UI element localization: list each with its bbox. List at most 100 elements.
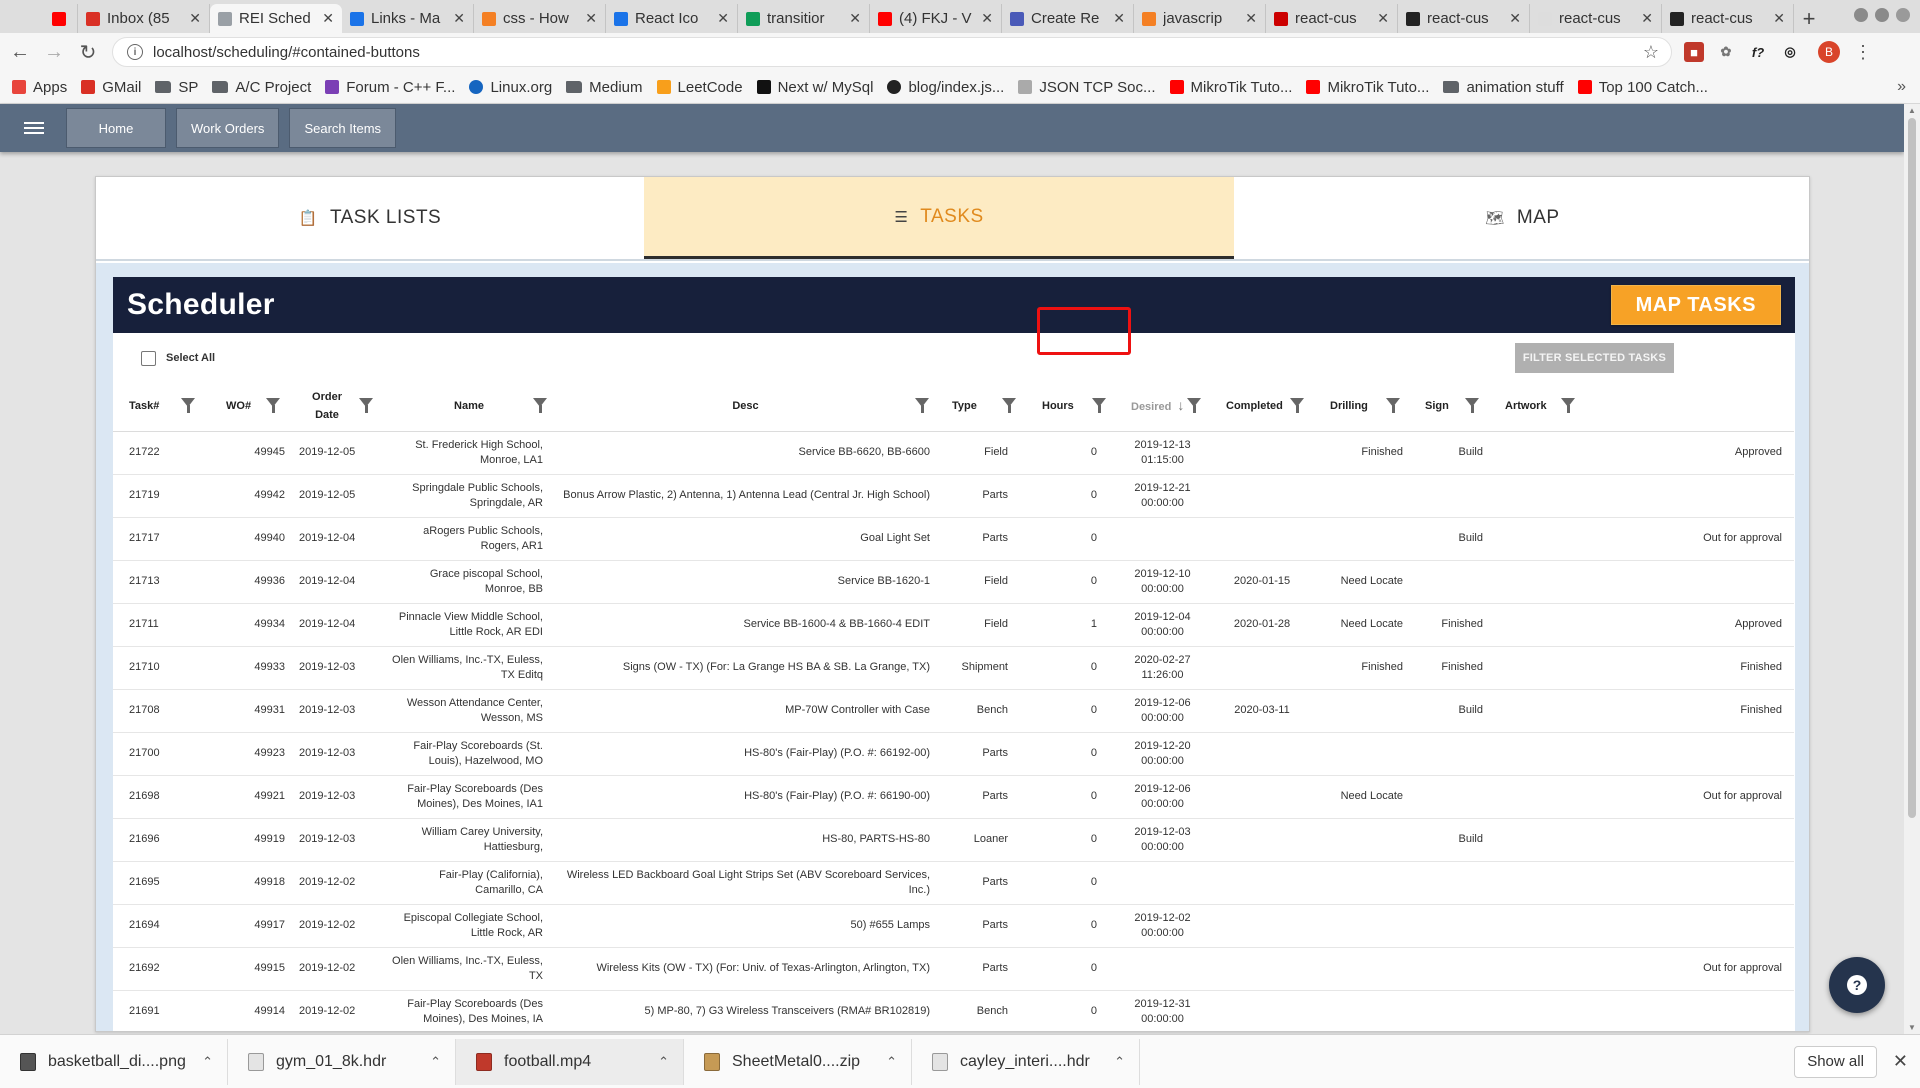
work-orders-button[interactable]: Work Orders xyxy=(176,108,280,148)
table-row[interactable]: 21692 49915 2019-12-02 Olen Williams, Inc.-… xyxy=(113,947,1794,991)
close-tab-icon[interactable]: ✕ xyxy=(322,10,334,27)
bookmark-item[interactable]: Next w/ MySql xyxy=(756,79,873,96)
scrollbar-thumb[interactable] xyxy=(1908,118,1916,818)
download-item[interactable]: gym_01_8k.hdr ⌃ xyxy=(228,1038,456,1085)
bookmark-item[interactable]: GMail xyxy=(81,79,141,96)
extension-icon[interactable]: ■ xyxy=(1684,42,1704,62)
browser-tab[interactable]: react-cus ✕ xyxy=(1266,4,1398,33)
column-header-hours[interactable]: Hours xyxy=(1026,383,1115,432)
maximize-icon[interactable] xyxy=(1875,8,1889,22)
download-item[interactable]: football.mp4 ⌃ xyxy=(456,1038,684,1085)
close-tab-icon[interactable]: ✕ xyxy=(1509,10,1521,27)
filter-icon[interactable] xyxy=(1187,398,1201,413)
close-tab-icon[interactable]: ✕ xyxy=(981,10,993,27)
table-row[interactable]: 21700 49923 2019-12-03 Fair-Play Scoreboard… xyxy=(113,732,1794,776)
tab-map[interactable]: 🗺 MAP xyxy=(1234,177,1809,259)
select-all-checkbox[interactable]: Select All xyxy=(141,350,215,366)
table-row[interactable]: 21713 49936 2019-12-04 Grace piscopal Schoo… xyxy=(113,560,1794,604)
download-item[interactable]: cayley_interi....hdr ⌃ xyxy=(912,1038,1140,1085)
chevron-up-icon[interactable]: ⌃ xyxy=(886,1054,897,1070)
browser-tab[interactable] xyxy=(44,4,78,33)
bookmark-item[interactable]: Top 100 Catch... xyxy=(1577,79,1708,96)
close-tab-icon[interactable]: ✕ xyxy=(717,10,729,27)
column-header-wo[interactable]: WO# xyxy=(210,383,291,432)
bookmark-item[interactable]: MikroTik Tuto... xyxy=(1306,79,1429,96)
bookmark-item[interactable]: A/C Project xyxy=(212,79,311,96)
show-all-downloads-button[interactable]: Show all xyxy=(1794,1045,1877,1078)
forward-icon[interactable]: → xyxy=(40,38,68,66)
checkbox-icon[interactable] xyxy=(141,350,156,366)
close-tab-icon[interactable]: ✕ xyxy=(189,10,201,27)
filter-icon[interactable] xyxy=(1561,398,1575,413)
column-header-artwork[interactable]: Artwork xyxy=(1489,383,1794,432)
close-tab-icon[interactable]: ✕ xyxy=(1641,10,1653,27)
column-header-desired[interactable]: Desired ↓ xyxy=(1115,383,1210,432)
kebab-menu-icon[interactable]: ⋮ xyxy=(1854,42,1872,63)
download-item[interactable]: basketball_di....png ⌃ xyxy=(0,1038,228,1085)
download-item[interactable]: SheetMetal0....zip ⌃ xyxy=(684,1038,912,1085)
minimize-icon[interactable] xyxy=(1854,8,1868,22)
close-tab-icon[interactable]: ✕ xyxy=(585,10,597,27)
filter-icon[interactable] xyxy=(359,398,373,413)
map-tasks-button[interactable]: MAP TASKS xyxy=(1610,285,1781,325)
reload-icon[interactable]: ↻ xyxy=(74,38,102,66)
scroll-up-icon[interactable]: ▲ xyxy=(1908,106,1916,115)
browser-tab[interactable]: javascrip ✕ xyxy=(1134,4,1266,33)
chevron-up-icon[interactable]: ⌃ xyxy=(430,1054,441,1070)
close-tab-icon[interactable]: ✕ xyxy=(1113,10,1125,27)
bookmark-star-icon[interactable]: ☆ xyxy=(1643,42,1659,63)
close-tab-icon[interactable]: ✕ xyxy=(1773,10,1785,27)
browser-tab[interactable]: css - How ✕ xyxy=(474,4,606,33)
bookmark-item[interactable]: animation stuff xyxy=(1443,79,1564,96)
table-row[interactable]: 21722 49945 2019-12-05 St. Frederick High S… xyxy=(113,431,1794,475)
back-icon[interactable]: ← xyxy=(6,38,34,66)
close-downloads-icon[interactable]: ✕ xyxy=(1893,1051,1908,1072)
browser-tab[interactable]: REI Sched ✕ xyxy=(210,4,342,33)
filter-icon[interactable] xyxy=(915,398,929,413)
browser-tab[interactable]: (4) FKJ - V ✕ xyxy=(870,4,1002,33)
bookmark-item[interactable]: JSON TCP Soc... xyxy=(1018,79,1156,96)
sort-desc-icon[interactable]: ↓ xyxy=(1177,397,1184,413)
info-icon[interactable]: i xyxy=(127,44,143,60)
url-input[interactable]: i localhost/scheduling/#contained-button… xyxy=(112,37,1672,67)
bookmark-item[interactable]: LeetCode xyxy=(656,79,743,96)
table-row[interactable]: 21696 49919 2019-12-03 William Carey Univer… xyxy=(113,818,1794,862)
table-row[interactable]: 21694 49917 2019-12-02 Episcopal Collegiate… xyxy=(113,904,1794,948)
bookmark-item[interactable]: Forum - C++ F... xyxy=(325,79,455,96)
font-extension-icon[interactable]: f? xyxy=(1748,42,1768,62)
hamburger-menu-icon[interactable] xyxy=(24,122,44,134)
browser-tab[interactable]: react-cus ✕ xyxy=(1398,4,1530,33)
table-row[interactable]: 21717 49940 2019-12-04 aRogers Public Schoo… xyxy=(113,517,1794,561)
chevron-up-icon[interactable]: ⌃ xyxy=(658,1054,669,1070)
column-header-order-date[interactable]: Order Date xyxy=(291,383,383,432)
close-tab-icon[interactable]: ✕ xyxy=(453,10,465,27)
bookmark-item[interactable]: MikroTik Tuto... xyxy=(1169,79,1292,96)
new-tab-button[interactable]: + xyxy=(1794,4,1824,33)
browser-tab[interactable]: Inbox (85 ✕ xyxy=(78,4,210,33)
column-header-completed[interactable]: Completed xyxy=(1210,383,1314,432)
close-tab-icon[interactable]: ✕ xyxy=(849,10,861,27)
filter-icon[interactable] xyxy=(1290,398,1304,413)
browser-tab[interactable]: react-cus ✕ xyxy=(1530,4,1662,33)
column-header-task[interactable]: Task# xyxy=(113,383,210,432)
table-row[interactable]: 21698 49921 2019-12-03 Fair-Play Scoreboard… xyxy=(113,775,1794,819)
close-window-icon[interactable] xyxy=(1896,8,1910,22)
column-header-sign[interactable]: Sign xyxy=(1409,383,1489,432)
help-button[interactable]: ? xyxy=(1829,957,1885,1013)
bookmark-item[interactable]: Linux.org xyxy=(469,79,552,96)
bookmark-item[interactable]: Apps xyxy=(12,79,67,96)
browser-tab[interactable]: react-cus ✕ xyxy=(1662,4,1794,33)
browser-tab[interactable]: Create Re ✕ xyxy=(1002,4,1134,33)
table-row[interactable]: 21691 49914 2019-12-02 Fair-Play Scoreboard… xyxy=(113,990,1794,1031)
scroll-down-icon[interactable]: ▼ xyxy=(1908,1023,1916,1032)
browser-tab[interactable]: Links - Ma ✕ xyxy=(342,4,474,33)
bookmark-item[interactable]: SP xyxy=(155,79,198,96)
column-header-drilling[interactable]: Drilling xyxy=(1314,383,1409,432)
filter-icon[interactable] xyxy=(1465,398,1479,413)
filter-icon[interactable] xyxy=(533,398,547,413)
table-row[interactable]: 21719 49942 2019-12-05 Springdale Public Sc… xyxy=(113,474,1794,518)
filter-selected-tasks-button[interactable]: FILTER SELECTED TASKS xyxy=(1514,343,1674,373)
filter-icon[interactable] xyxy=(266,398,280,413)
filter-icon[interactable] xyxy=(1386,398,1400,413)
browser-tab[interactable]: transitior ✕ xyxy=(738,4,870,33)
